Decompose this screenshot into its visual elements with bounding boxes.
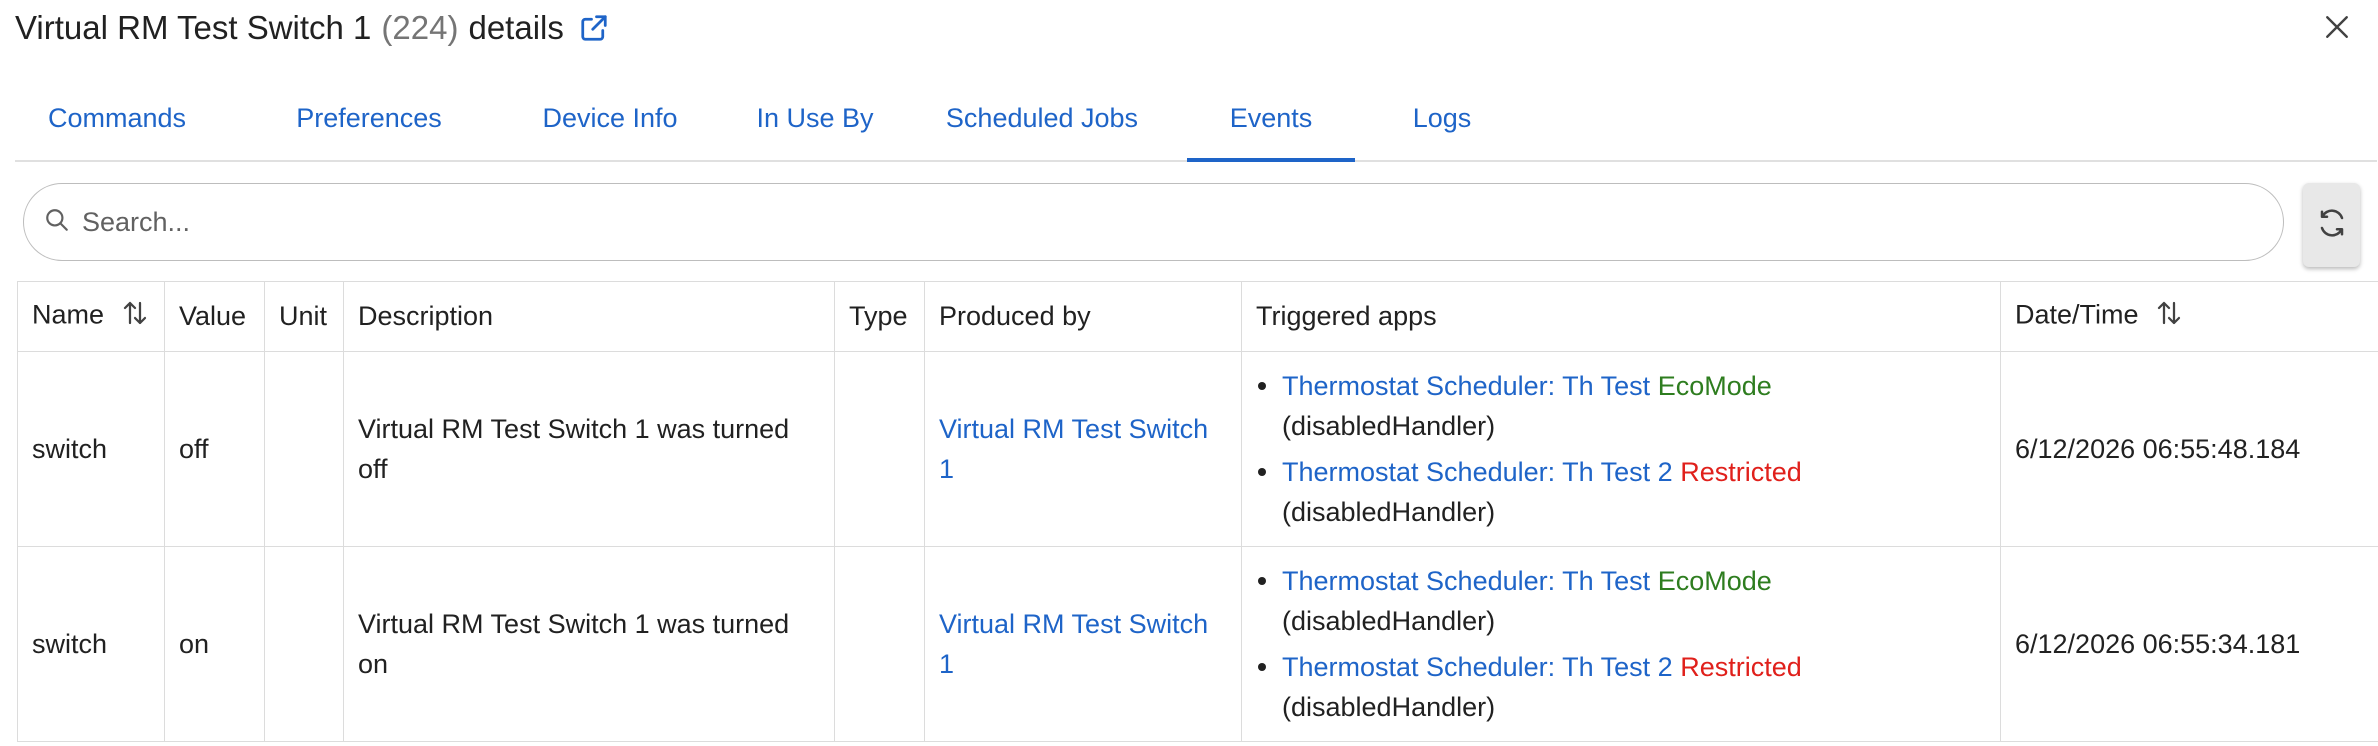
app-link[interactable]: Thermostat Scheduler: Th Test (1282, 566, 1650, 596)
tab-in-use-by[interactable]: In Use By (730, 76, 900, 160)
app-link[interactable]: Thermostat Scheduler: Th Test (1282, 371, 1650, 401)
app-handler: (disabledHandler) (1282, 411, 1496, 441)
cell-datetime: 6/12/2026 06:55:34.181 (2000, 546, 2378, 742)
column-label: Date/Time (2015, 299, 2139, 330)
app-link[interactable]: Thermostat Scheduler: Th Test 2 (1282, 457, 1673, 487)
cell-produced-by: Virtual RM Test Switch 1 (924, 546, 1242, 742)
app-status: Restricted (1680, 652, 1802, 682)
column-header-type: Type (834, 281, 925, 352)
cell-description: Virtual RM Test Switch 1 was turned off (343, 351, 835, 547)
tab-bar: Commands Preferences Device Info In Use … (15, 76, 2377, 162)
refresh-icon (2317, 208, 2347, 243)
table-header-row: Name Value Unit Description Type Produce… (17, 281, 2378, 352)
column-header-produced-by: Produced by (924, 281, 1242, 352)
list-item: Thermostat Scheduler: Th Test 2 Restrict… (1256, 647, 1986, 727)
tab-preferences[interactable]: Preferences (279, 76, 459, 160)
table-row: switch on Virtual RM Test Switch 1 was t… (17, 546, 2378, 742)
cell-triggered-apps: Thermostat Scheduler: Th Test EcoMode (d… (1241, 546, 2001, 742)
tab-events[interactable]: Events (1187, 76, 1355, 162)
cell-triggered-apps: Thermostat Scheduler: Th Test EcoMode (d… (1241, 351, 2001, 547)
app-handler: (disabledHandler) (1282, 692, 1496, 722)
app-handler: (disabledHandler) (1282, 606, 1496, 636)
list-item: Thermostat Scheduler: Th Test EcoMode (d… (1256, 366, 1986, 446)
triggered-apps-list: Thermostat Scheduler: Th Test EcoMode (d… (1256, 561, 1986, 727)
table-row: switch off Virtual RM Test Switch 1 was … (17, 351, 2378, 547)
app-handler: (disabledHandler) (1282, 497, 1496, 527)
search-input[interactable] (82, 206, 2262, 238)
column-label: Name (32, 299, 105, 330)
column-header-description: Description (343, 281, 835, 352)
cell-name: switch (17, 546, 165, 742)
produced-by-link[interactable]: Virtual RM Test Switch 1 (939, 609, 1208, 679)
app-link[interactable]: Thermostat Scheduler: Th Test 2 (1282, 652, 1673, 682)
column-header-triggered-apps: Triggered apps (1241, 281, 2001, 352)
title-suffix: details (468, 9, 564, 46)
cell-type (834, 546, 925, 742)
search-field[interactable] (23, 183, 2284, 261)
sort-icon[interactable] (120, 298, 150, 335)
produced-by-link[interactable]: Virtual RM Test Switch 1 (939, 414, 1208, 484)
app-status: Restricted (1680, 457, 1802, 487)
external-link-icon[interactable] (578, 12, 610, 44)
list-item: Thermostat Scheduler: Th Test 2 Restrict… (1256, 452, 1986, 532)
cell-value: on (164, 546, 265, 742)
column-header-name[interactable]: Name (17, 281, 165, 352)
close-icon[interactable] (2320, 10, 2354, 44)
cell-name: switch (17, 351, 165, 547)
page-title: Virtual RM Test Switch 1 (15, 9, 372, 46)
refresh-button[interactable] (2303, 183, 2360, 267)
events-table: Name Value Unit Description Type Produce… (17, 281, 2378, 742)
tab-scheduled-jobs[interactable]: Scheduled Jobs (933, 76, 1151, 160)
tab-commands[interactable]: Commands (42, 76, 192, 160)
device-details-dialog: Virtual RM Test Switch 1 (224) details C… (0, 0, 2378, 746)
cell-description: Virtual RM Test Switch 1 was turned on (343, 546, 835, 742)
search-icon (44, 207, 70, 238)
tab-device-info[interactable]: Device Info (515, 76, 705, 160)
triggered-apps-list: Thermostat Scheduler: Th Test EcoMode (d… (1256, 366, 1986, 532)
column-header-datetime[interactable]: Date/Time (2000, 281, 2378, 352)
column-header-value: Value (164, 281, 265, 352)
list-item: Thermostat Scheduler: Th Test EcoMode (d… (1256, 561, 1986, 641)
cell-unit (264, 546, 344, 742)
cell-produced-by: Virtual RM Test Switch 1 (924, 351, 1242, 547)
tab-logs[interactable]: Logs (1387, 76, 1497, 160)
device-id: (224) (381, 9, 459, 46)
app-status: EcoMode (1657, 371, 1772, 401)
column-header-unit: Unit (264, 281, 344, 352)
cell-datetime: 6/12/2026 06:55:48.184 (2000, 351, 2378, 547)
app-status: EcoMode (1657, 566, 1772, 596)
sort-icon[interactable] (2154, 298, 2184, 335)
dialog-header: Virtual RM Test Switch 1 (224) details (15, 0, 610, 56)
cell-type (834, 351, 925, 547)
cell-value: off (164, 351, 265, 547)
cell-unit (264, 351, 344, 547)
